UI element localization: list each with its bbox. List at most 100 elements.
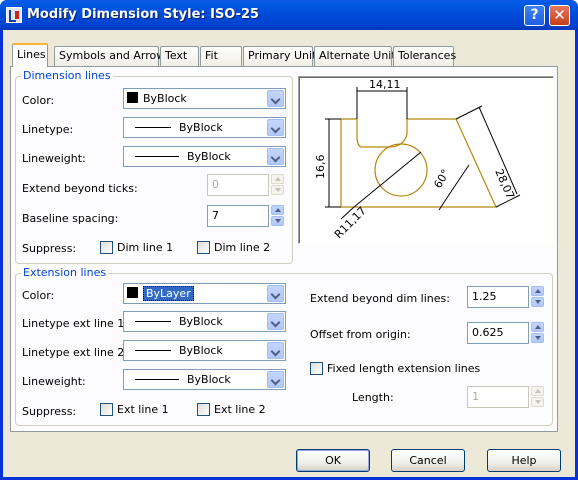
dim-line-1-label: Dim line 1 [117,241,174,254]
spin-up-icon[interactable] [271,205,284,215]
tab-lines[interactable]: Lines [12,43,48,67]
checkbox-icon[interactable] [197,241,210,254]
ext-lineweight-select[interactable]: ByBlock [123,369,286,390]
dimension-preview: 14,11 16,6 28,07 60° R11,17 [298,76,554,244]
ext-lineweight-value: ByBlock [187,373,231,386]
checkbox-icon[interactable] [197,403,210,416]
help-button[interactable]: Help [487,449,561,472]
chevron-down-icon[interactable] [267,119,284,136]
tab-tolerances[interactable]: Tolerances [393,46,456,66]
ok-button[interactable]: OK [296,449,370,472]
cancel-button[interactable]: Cancel [391,449,465,472]
line-preview-icon [135,350,171,351]
dim-line-2-checkbox[interactable]: Dim line 2 [197,241,270,254]
ext-lt2-select[interactable]: ByBlock [123,340,286,361]
ext-lt2-label: Linetype ext line 2: [22,346,128,359]
spin-up-icon[interactable] [531,286,544,296]
extend-beyond-ticks-spinner: 0 [207,174,285,196]
close-icon[interactable]: ✕ [549,5,570,26]
spin-down-icon[interactable] [531,297,544,307]
dim-line-2-label: Dim line 2 [214,241,271,254]
ext-line-1-label: Ext line 1 [117,403,169,416]
ext-suppress-label: Suppress: [22,405,77,418]
ext-color-select[interactable]: ByLayer [123,283,286,304]
baseline-spacing-label: Baseline spacing: [22,212,119,225]
baseline-spacing-spinner[interactable]: 7 [207,205,285,227]
checkbox-icon[interactable] [310,362,323,375]
tab-primary-units[interactable]: Primary Units [243,46,322,66]
extension-lines-title: Extension lines [21,266,109,279]
offset-origin-label: Offset from origin: [310,328,411,341]
color-swatch-icon [127,287,138,298]
ext-line-2-checkbox[interactable]: Ext line 2 [197,403,266,416]
spin-down-icon[interactable] [271,216,284,226]
dim-linetype-label: Linetype: [22,123,74,136]
fixed-length-label: Fixed length extension lines [327,362,481,375]
preview-dim-diag: 28,07 [492,167,517,201]
preview-dim-top: 14,11 [369,78,401,91]
length-spinner: 1 [467,386,545,408]
dim-lineweight-label: Lineweight: [22,152,86,165]
ext-lt1-select[interactable]: ByBlock [123,311,286,332]
preview-dimensions [325,87,521,220]
preview-dim-left: 16,6 [314,155,327,180]
ext-line-2-label: Ext line 2 [214,403,266,416]
preview-geometry [340,118,497,208]
spin-down-icon[interactable] [531,333,544,343]
spin-down-icon [531,397,544,407]
ext-lt1-label: Linetype ext line 1: [22,317,128,330]
length-value: 1 [467,386,529,408]
preview-angle: 60° [431,167,452,190]
fixed-length-checkbox[interactable]: Fixed length extension lines [310,362,480,375]
ext-lt1-value: ByBlock [179,315,223,328]
ext-color-value: ByLayer [143,286,194,301]
line-preview-icon [135,379,179,380]
spin-up-icon[interactable] [531,322,544,332]
dim-color-select[interactable]: ByBlock [123,88,286,109]
offset-origin-input[interactable]: 0.625 [467,322,529,344]
chevron-down-icon[interactable] [267,90,284,107]
dim-lineweight-value: ByBlock [187,150,231,163]
length-label: Length: [352,391,394,404]
dim-color-label: Color: [22,94,55,107]
dim-lineweight-select[interactable]: ByBlock [123,146,286,167]
tab-symbols-arrows[interactable]: Symbols and Arrows [54,46,171,66]
line-preview-icon [135,156,179,157]
spin-down-icon [271,185,284,195]
extend-beyond-dim-label: Extend beyond dim lines: [310,292,450,305]
tab-alternate-units[interactable]: Alternate Units [314,46,401,66]
chevron-down-icon[interactable] [267,148,284,165]
tab-fit[interactable]: Fit [200,46,242,66]
dimension-lines-title: Dimension lines [21,69,113,82]
baseline-spacing-input[interactable]: 7 [207,205,269,227]
offset-origin-spinner[interactable]: 0.625 [467,322,545,344]
dim-linetype-select[interactable]: ByBlock [123,117,286,138]
chevron-down-icon[interactable] [267,371,284,388]
ext-line-1-checkbox[interactable]: Ext line 1 [100,403,169,416]
ext-color-label: Color: [22,289,55,302]
chevron-down-icon[interactable] [267,285,284,302]
spin-up-icon [531,386,544,396]
window-title: Modify Dimension Style: ISO-25 [27,7,260,22]
dim-line-1-checkbox[interactable]: Dim line 1 [100,241,173,254]
help-title-button[interactable]: ? [524,5,545,26]
extend-beyond-ticks-label: Extend beyond ticks: [22,182,138,195]
chevron-down-icon[interactable] [267,342,284,359]
dim-color-value: ByBlock [143,92,187,105]
ext-lt2-value: ByBlock [179,344,223,357]
line-preview-icon [135,127,171,128]
extend-beyond-dim-input[interactable]: 1.25 [467,286,529,308]
checkbox-icon[interactable] [100,241,113,254]
chevron-down-icon[interactable] [267,313,284,330]
extend-beyond-dim-spinner[interactable]: 1.25 [467,286,545,308]
color-swatch-icon [127,92,138,103]
tab-text[interactable]: Text [160,46,199,66]
app-icon [6,7,22,23]
ext-lineweight-label: Lineweight: [22,375,86,388]
extend-beyond-ticks-value: 0 [207,174,269,196]
dim-suppress-label: Suppress: [22,242,77,255]
line-preview-icon [135,321,171,322]
dim-linetype-value: ByBlock [179,121,223,134]
checkbox-icon[interactable] [100,403,113,416]
title-bar[interactable]: Modify Dimension Style: ISO-25 ? ✕ [0,0,578,30]
